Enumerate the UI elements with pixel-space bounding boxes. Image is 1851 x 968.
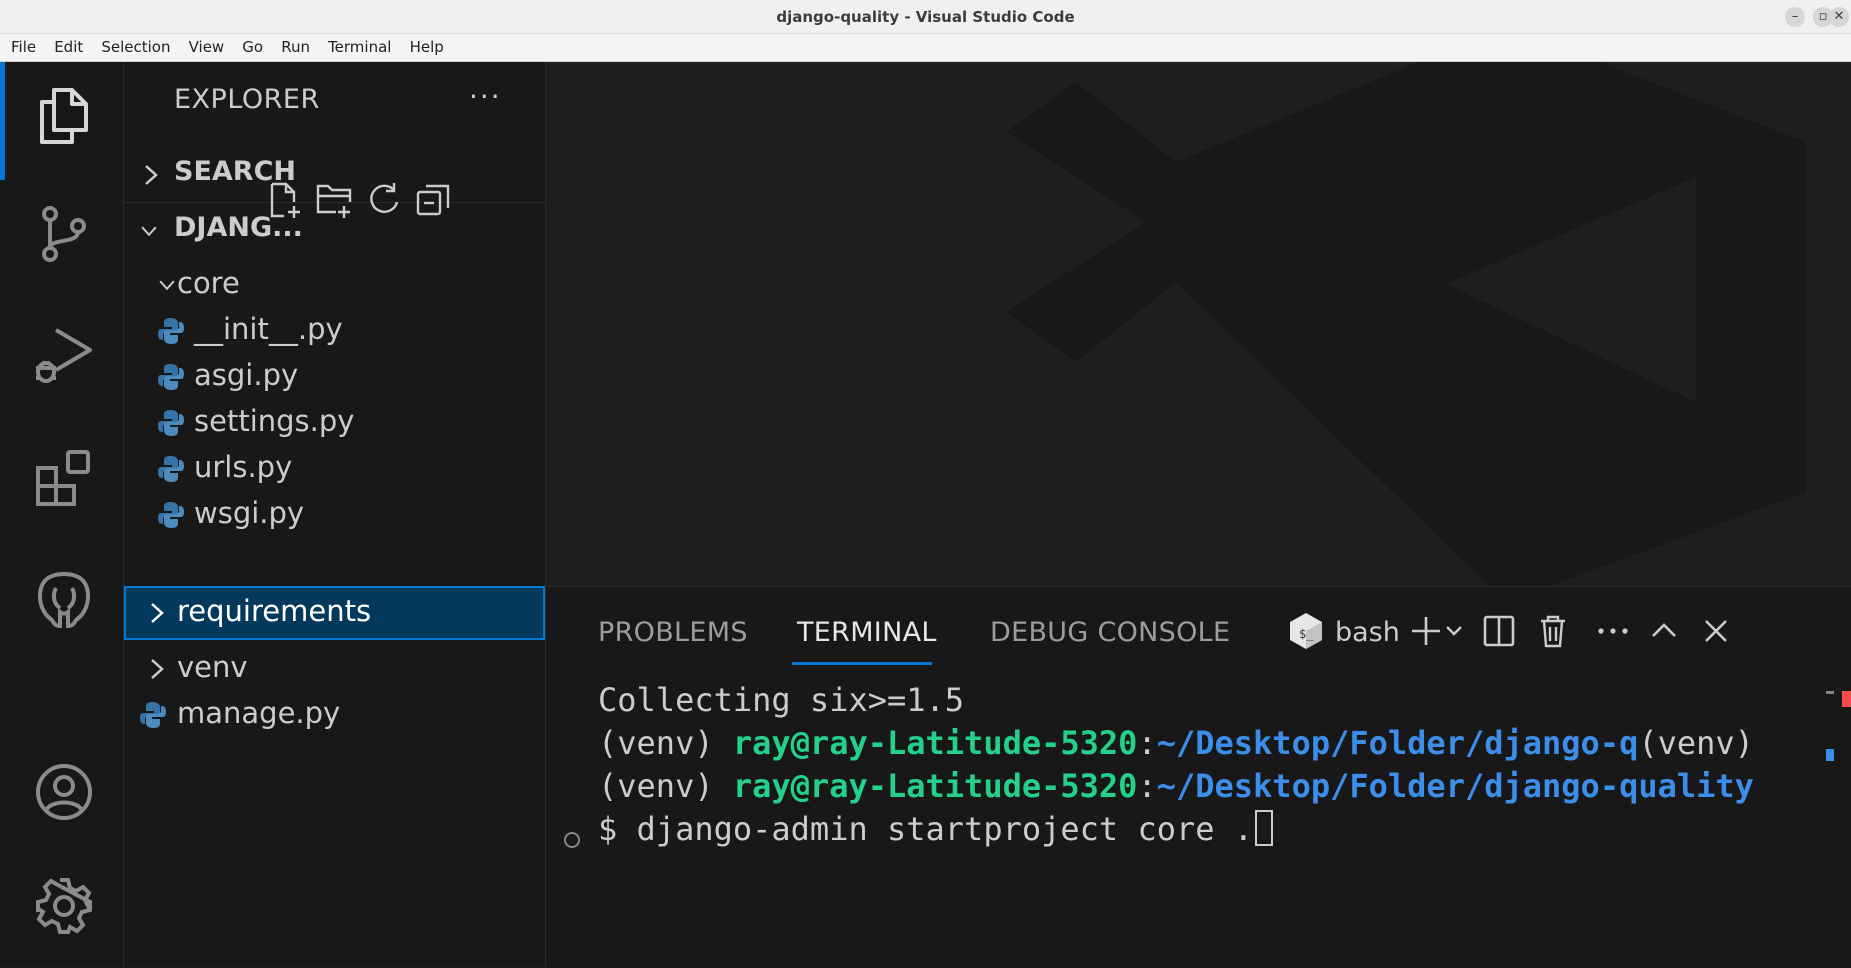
venv-prefix: (venv) bbox=[598, 767, 733, 805]
new-file-icon[interactable] bbox=[264, 180, 304, 220]
terminal-line: Collecting six>=1.5 bbox=[598, 681, 965, 719]
tab-debug-console[interactable]: DEBUG CONSOLE bbox=[990, 617, 1230, 648]
run-debug-icon[interactable] bbox=[32, 324, 96, 388]
active-tab-indicator bbox=[792, 662, 932, 665]
manage-gear-icon[interactable] bbox=[32, 874, 96, 938]
chevron-down-icon[interactable] bbox=[1442, 611, 1466, 651]
chevron-right-icon bbox=[145, 165, 158, 185]
close-window-button[interactable]: ✕ bbox=[1829, 7, 1849, 27]
scrollbar-marker bbox=[1826, 691, 1834, 694]
venv-suffix: (venv) bbox=[1638, 724, 1754, 762]
extensions-icon[interactable] bbox=[32, 446, 96, 510]
scrollbar-marker bbox=[1826, 749, 1834, 761]
bottom-panel: PROBLEMS TERMINAL DEBUG CONSOLE $_ bash … bbox=[546, 586, 1851, 968]
terminal-line: (venv) ray@ray-Latitude-5320:~/Desktop/F… bbox=[598, 722, 1838, 765]
activity-bar bbox=[0, 62, 124, 967]
maximize-panel-icon[interactable] bbox=[1644, 611, 1684, 651]
tree-label: requirements bbox=[177, 594, 372, 628]
vscode-logo-watermark bbox=[1006, 62, 1806, 586]
menu-view[interactable]: View bbox=[189, 34, 225, 61]
python-file-icon bbox=[158, 318, 184, 344]
postgres-elephant-icon[interactable] bbox=[32, 568, 96, 632]
menu-file[interactable]: File bbox=[11, 34, 36, 61]
terminal-output[interactable]: Collecting six>=1.5 (venv) ray@ray-Latit… bbox=[598, 679, 1838, 851]
tab-problems[interactable]: PROBLEMS bbox=[598, 617, 748, 648]
refresh-icon[interactable] bbox=[364, 180, 404, 220]
python-file-icon bbox=[158, 502, 184, 528]
split-terminal-icon[interactable] bbox=[1479, 611, 1519, 651]
tree-file-wsgi[interactable]: wsgi.py bbox=[124, 488, 545, 542]
terminal-input-line[interactable]: $ django-admin startproject core . bbox=[598, 808, 1838, 851]
new-terminal-icon[interactable] bbox=[1406, 611, 1446, 651]
new-folder-icon[interactable] bbox=[314, 180, 354, 220]
tree-label: venv bbox=[177, 650, 248, 684]
python-file-icon bbox=[140, 702, 166, 728]
tree-label: asgi.py bbox=[194, 358, 299, 392]
terminal-cursor bbox=[1255, 810, 1274, 846]
editor-area bbox=[546, 62, 1851, 586]
tree-label: wsgi.py bbox=[194, 496, 305, 530]
tree-label: __init__.py bbox=[194, 312, 343, 346]
tree-folder-requirements[interactable]: requirements bbox=[124, 586, 545, 640]
tree-file-manage[interactable]: manage.py bbox=[124, 688, 545, 742]
prompt-colon: : bbox=[1137, 767, 1157, 805]
tree-label: manage.py bbox=[177, 696, 341, 730]
terminal-shell-icon[interactable]: $_ bbox=[1286, 611, 1326, 651]
chevron-right-icon bbox=[151, 659, 164, 679]
chevron-right-icon bbox=[151, 603, 164, 623]
files-icon[interactable] bbox=[32, 84, 96, 148]
prompt-path: ~/Desktop/Folder/django-quality bbox=[1156, 767, 1754, 805]
explorer-title: EXPLORER bbox=[174, 84, 320, 115]
svg-text:$_: $_ bbox=[1299, 627, 1314, 641]
title-bar: django-quality - Visual Studio Code – ▫ … bbox=[0, 0, 1851, 34]
menu-edit[interactable]: Edit bbox=[54, 34, 83, 61]
command-status-circle-icon bbox=[564, 832, 580, 848]
explorer-sidebar: EXPLORER ··· SEARCH DJANG... core __init… bbox=[124, 62, 546, 967]
terminal-command: $ django-admin startproject core . bbox=[598, 810, 1254, 848]
active-indicator bbox=[0, 62, 5, 180]
tab-terminal[interactable]: TERMINAL bbox=[797, 617, 937, 648]
collapse-all-icon[interactable] bbox=[414, 180, 454, 220]
prompt-user: ray@ray-Latitude-5320 bbox=[732, 724, 1138, 762]
tree-label: urls.py bbox=[194, 450, 293, 484]
menu-bar: File Edit Selection View Go Run Terminal… bbox=[0, 34, 1851, 62]
window-title: django-quality - Visual Studio Code bbox=[776, 8, 1075, 26]
account-icon[interactable] bbox=[32, 760, 96, 824]
explorer-more-button[interactable]: ··· bbox=[469, 80, 502, 113]
menu-help[interactable]: Help bbox=[410, 34, 444, 61]
prompt-path: ~/Desktop/Folder/django-q bbox=[1156, 724, 1639, 762]
prompt-user: ray@ray-Latitude-5320 bbox=[732, 767, 1138, 805]
tree-label: core bbox=[177, 266, 240, 300]
python-file-icon bbox=[158, 364, 184, 390]
close-panel-icon[interactable] bbox=[1696, 611, 1736, 651]
terminal-shell-label[interactable]: bash bbox=[1335, 617, 1400, 648]
minimize-button[interactable]: – bbox=[1785, 7, 1805, 27]
chevron-down-icon bbox=[141, 226, 157, 237]
more-actions-icon[interactable] bbox=[1593, 611, 1633, 651]
python-file-icon bbox=[158, 456, 184, 482]
prompt-colon: : bbox=[1137, 724, 1157, 762]
menu-selection[interactable]: Selection bbox=[101, 34, 170, 61]
source-control-icon[interactable] bbox=[32, 202, 96, 266]
python-file-icon bbox=[158, 410, 184, 436]
terminal-line: (venv) ray@ray-Latitude-5320:~/Desktop/F… bbox=[598, 765, 1838, 808]
venv-prefix: (venv) bbox=[598, 724, 733, 762]
menu-run[interactable]: Run bbox=[281, 34, 310, 61]
trash-icon[interactable] bbox=[1533, 611, 1573, 651]
tree-label: settings.py bbox=[194, 404, 355, 438]
menu-go[interactable]: Go bbox=[242, 34, 263, 61]
scrollbar-error-marker bbox=[1842, 691, 1851, 707]
menu-terminal[interactable]: Terminal bbox=[328, 34, 391, 61]
